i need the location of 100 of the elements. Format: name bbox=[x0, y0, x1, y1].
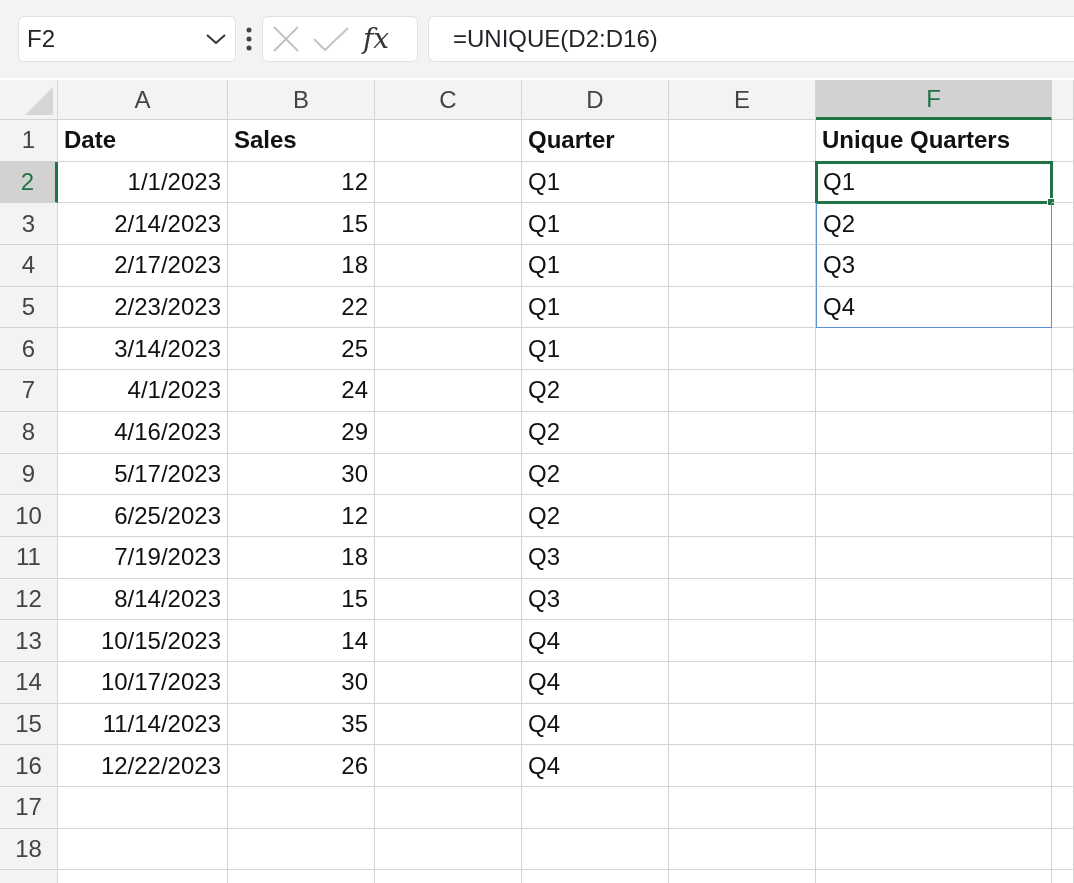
table-cell[interactable] bbox=[375, 453, 522, 496]
row-header[interactable]: 18 bbox=[0, 828, 58, 871]
table-cell[interactable]: Q1 bbox=[816, 161, 1052, 204]
table-cell[interactable] bbox=[816, 620, 1052, 662]
table-cell[interactable] bbox=[375, 161, 522, 204]
table-cell[interactable]: Q1 bbox=[522, 203, 669, 246]
table-cell[interactable]: 12 bbox=[228, 495, 375, 537]
table-cell[interactable]: 7/19/2023 bbox=[58, 536, 228, 579]
table-cell[interactable] bbox=[375, 411, 522, 454]
table-cell[interactable]: 18 bbox=[228, 536, 375, 579]
table-cell[interactable] bbox=[669, 828, 816, 871]
row-header[interactable]: 7 bbox=[0, 370, 58, 412]
table-cell[interactable]: 8/14/2023 bbox=[58, 578, 228, 621]
table-cell[interactable]: Q4 bbox=[522, 620, 669, 662]
table-cell[interactable] bbox=[375, 578, 522, 621]
table-cell[interactable]: Q4 bbox=[522, 745, 669, 787]
row-header[interactable]: 2 bbox=[0, 161, 58, 204]
table-cell[interactable]: 11/14/2023 bbox=[58, 703, 228, 746]
table-cell[interactable]: 2/14/2023 bbox=[58, 203, 228, 246]
table-cell[interactable]: Q3 bbox=[522, 578, 669, 621]
row-header[interactable]: 6 bbox=[0, 328, 58, 371]
table-cell[interactable] bbox=[375, 370, 522, 412]
select-all-icon[interactable] bbox=[25, 87, 53, 115]
table-cell[interactable]: 10/17/2023 bbox=[58, 661, 228, 704]
table-cell[interactable]: 10/15/2023 bbox=[58, 620, 228, 662]
table-cell[interactable]: Q2 bbox=[816, 203, 1052, 246]
table-cell[interactable]: 1/1/2023 bbox=[58, 161, 228, 204]
column-header[interactable] bbox=[1052, 80, 1074, 120]
table-cell[interactable]: 18 bbox=[228, 245, 375, 287]
table-cell[interactable] bbox=[669, 661, 816, 704]
table-cell[interactable] bbox=[1052, 203, 1074, 246]
table-cell[interactable] bbox=[669, 203, 816, 246]
table-cell[interactable] bbox=[1052, 328, 1074, 371]
table-cell[interactable] bbox=[816, 370, 1052, 412]
table-cell[interactable] bbox=[669, 120, 816, 162]
table-cell[interactable] bbox=[375, 536, 522, 579]
table-cell[interactable]: Q4 bbox=[522, 661, 669, 704]
table-cell[interactable]: Q2 bbox=[522, 370, 669, 412]
table-cell[interactable] bbox=[816, 787, 1052, 829]
table-cell[interactable] bbox=[1052, 661, 1074, 704]
table-cell[interactable] bbox=[816, 661, 1052, 704]
table-cell[interactable]: Sales bbox=[228, 120, 375, 162]
table-cell[interactable] bbox=[58, 828, 228, 871]
table-cell[interactable] bbox=[228, 828, 375, 871]
table-cell[interactable]: Q4 bbox=[816, 286, 1052, 329]
table-cell[interactable] bbox=[375, 745, 522, 787]
table-cell[interactable]: 25 bbox=[228, 328, 375, 371]
table-cell[interactable] bbox=[1052, 828, 1074, 871]
table-cell[interactable] bbox=[1052, 161, 1074, 204]
table-cell[interactable]: 15 bbox=[228, 578, 375, 621]
table-cell[interactable]: Q4 bbox=[522, 703, 669, 746]
row-header[interactable]: 8 bbox=[0, 411, 58, 454]
row-header[interactable]: 16 bbox=[0, 745, 58, 787]
table-cell[interactable] bbox=[228, 787, 375, 829]
table-cell[interactable] bbox=[669, 745, 816, 787]
table-cell[interactable]: 6/25/2023 bbox=[58, 495, 228, 537]
table-cell[interactable]: 15 bbox=[228, 203, 375, 246]
formula-bar[interactable]: =UNIQUE(D2:D16) bbox=[428, 16, 1074, 62]
table-cell[interactable]: 30 bbox=[228, 453, 375, 496]
cancel-icon[interactable] bbox=[273, 26, 299, 52]
table-cell[interactable]: 3/14/2023 bbox=[58, 328, 228, 371]
table-cell[interactable] bbox=[522, 828, 669, 871]
column-header[interactable]: A bbox=[58, 80, 228, 120]
table-cell[interactable] bbox=[669, 495, 816, 537]
more-options-icon[interactable] bbox=[246, 27, 252, 51]
table-cell[interactable] bbox=[375, 245, 522, 287]
row-header[interactable]: 11 bbox=[0, 536, 58, 579]
table-cell[interactable] bbox=[816, 745, 1052, 787]
table-cell[interactable] bbox=[669, 453, 816, 496]
row-header[interactable]: 9 bbox=[0, 453, 58, 496]
table-cell[interactable] bbox=[1052, 745, 1074, 787]
insert-function-button[interactable]: fx bbox=[363, 25, 390, 53]
column-header[interactable]: B bbox=[228, 80, 375, 120]
table-cell[interactable] bbox=[375, 203, 522, 246]
table-cell[interactable] bbox=[816, 495, 1052, 537]
table-cell[interactable]: 35 bbox=[228, 703, 375, 746]
table-cell[interactable] bbox=[669, 536, 816, 579]
row-header[interactable]: 14 bbox=[0, 661, 58, 704]
column-header[interactable]: E bbox=[669, 80, 816, 120]
table-cell[interactable]: 26 bbox=[228, 745, 375, 787]
table-cell[interactable]: 4/1/2023 bbox=[58, 370, 228, 412]
table-cell[interactable] bbox=[58, 787, 228, 829]
table-cell[interactable] bbox=[669, 370, 816, 412]
table-cell[interactable] bbox=[1052, 787, 1074, 829]
table-cell[interactable] bbox=[375, 495, 522, 537]
table-cell[interactable] bbox=[669, 620, 816, 662]
table-cell[interactable] bbox=[816, 328, 1052, 371]
table-cell[interactable]: 5/17/2023 bbox=[58, 453, 228, 496]
column-header[interactable]: F bbox=[816, 80, 1052, 120]
table-cell[interactable] bbox=[375, 703, 522, 746]
row-header[interactable]: 3 bbox=[0, 203, 58, 246]
table-cell[interactable] bbox=[816, 536, 1052, 579]
table-cell[interactable] bbox=[1052, 536, 1074, 579]
table-cell[interactable] bbox=[816, 453, 1052, 496]
table-cell[interactable] bbox=[1052, 703, 1074, 746]
checkmark-icon[interactable] bbox=[313, 27, 349, 51]
table-cell[interactable]: 22 bbox=[228, 286, 375, 329]
table-cell[interactable] bbox=[669, 578, 816, 621]
table-cell[interactable] bbox=[669, 286, 816, 329]
table-cell[interactable] bbox=[375, 286, 522, 329]
